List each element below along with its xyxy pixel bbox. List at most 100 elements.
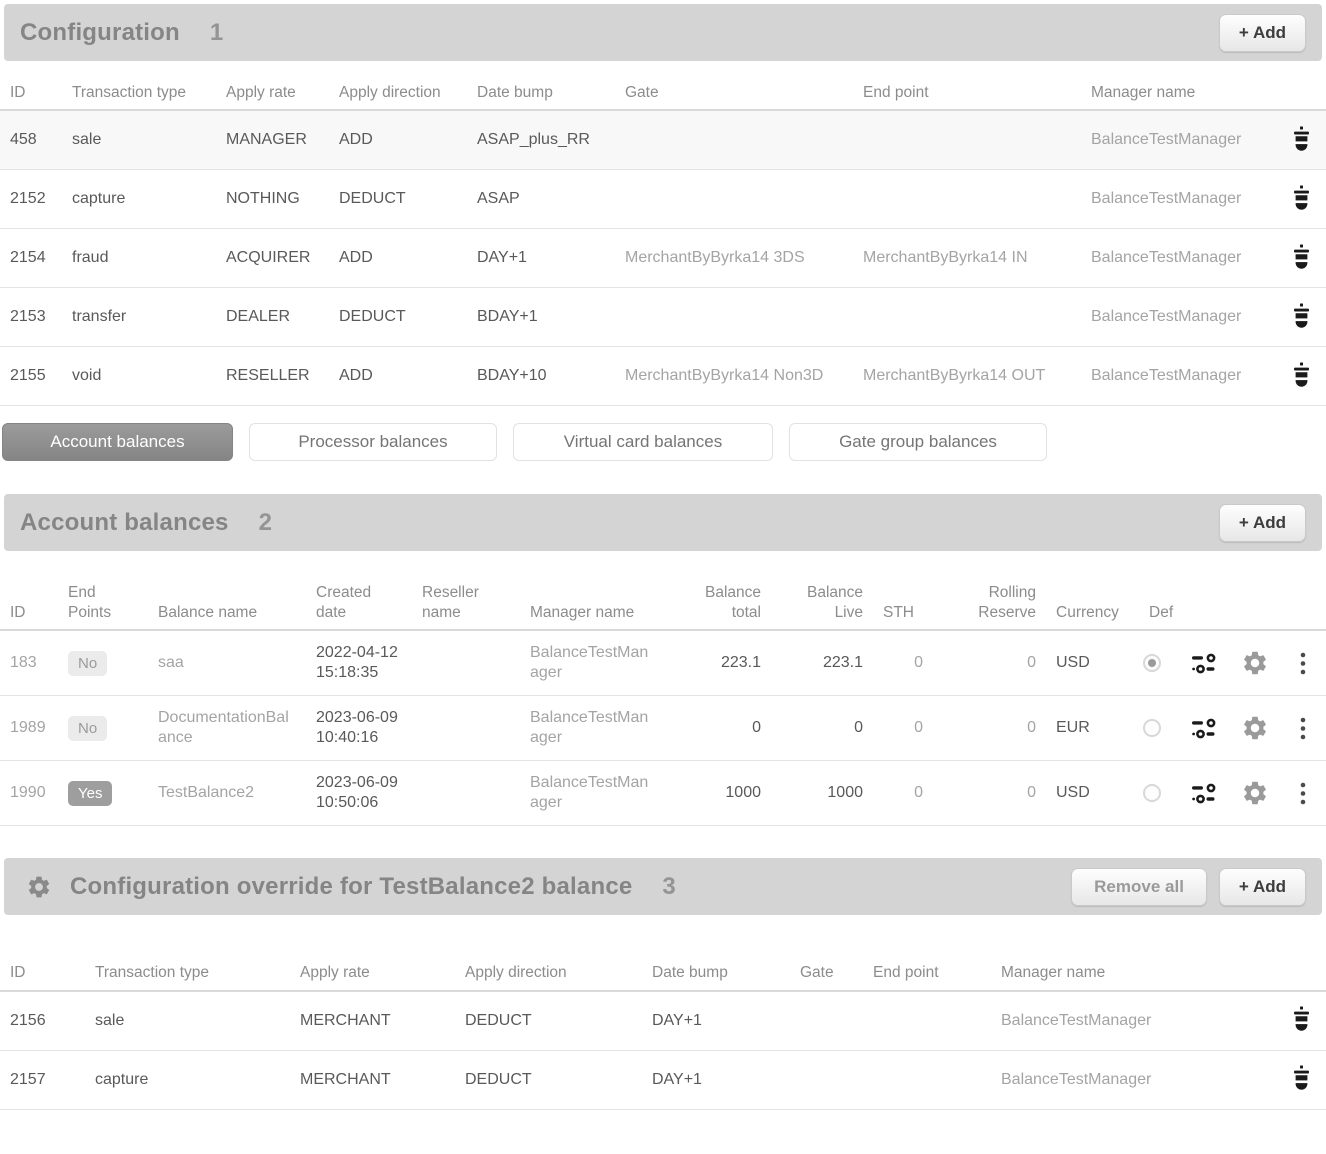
cell-manager-name: BalanceTestManager <box>991 1050 1277 1109</box>
sliders-icon <box>1192 783 1218 804</box>
add-balance-button[interactable]: + Add <box>1219 504 1306 542</box>
cell-end-point: MerchantByByrka14 IN <box>853 229 1081 288</box>
table-row: 2153 transfer DEALER DEDUCT BDAY+1 Balan… <box>0 288 1326 347</box>
balance-config-button[interactable] <box>1192 718 1218 739</box>
cell-apply-direction: ADD <box>329 110 467 170</box>
more-options-button[interactable] <box>1300 717 1306 740</box>
cell-transaction-type: sale <box>62 110 216 170</box>
cell-rolling-reserve: 0 <box>933 761 1046 826</box>
tab-virtual-card-balances[interactable]: Virtual card balances <box>513 423 773 461</box>
cell-sth: 0 <box>873 630 933 696</box>
table-row: 458 sale MANAGER ADD ASAP_plus_RR Balanc… <box>0 110 1326 170</box>
cell-balance-live: 1000 <box>771 761 873 826</box>
delete-row-button[interactable] <box>1290 1065 1313 1094</box>
cell-transaction-type: transfer <box>62 288 216 347</box>
col-header-apply-direction: Apply direction <box>329 75 467 110</box>
default-radio[interactable] <box>1143 654 1161 672</box>
tab-account-balances[interactable]: Account balances <box>2 423 233 461</box>
cell-apply-rate: DEALER <box>216 288 329 347</box>
cell-manager-name: BalanceTestManager <box>1081 229 1277 288</box>
configuration-override-section-header: Configuration override for TestBalance2 … <box>4 858 1322 915</box>
cell-id: 1990 <box>0 761 58 826</box>
trash-icon <box>1290 1065 1313 1094</box>
col-header-manager-name: Manager name <box>520 575 665 630</box>
delete-row-button[interactable] <box>1290 244 1313 273</box>
gear-icon <box>1241 649 1269 677</box>
cell-sth: 0 <box>873 761 933 826</box>
cell-id: 2152 <box>0 170 62 229</box>
col-header-manager-name: Manager name <box>991 943 1277 990</box>
section-count-badge: 2 <box>259 509 272 537</box>
balance-settings-button[interactable] <box>1241 779 1269 807</box>
section-title: Configuration <box>20 19 180 47</box>
cell-date-bump: DAY+1 <box>642 991 790 1051</box>
col-header-end-point: End point <box>863 943 991 990</box>
delete-row-button[interactable] <box>1290 362 1313 391</box>
table-row: 183 No saa 2022-04-12 15:18:35 BalanceTe… <box>0 630 1326 696</box>
cell-def <box>1133 696 1180 761</box>
col-header-id: ID <box>0 943 85 990</box>
table-row: 2154 fraud ACQUIRER ADD DAY+1 MerchantBy… <box>0 229 1326 288</box>
delete-row-button[interactable] <box>1290 1006 1313 1035</box>
endpoints-badge: No <box>68 651 107 676</box>
col-header-settings <box>1230 575 1280 630</box>
cell-id: 1989 <box>0 696 58 761</box>
col-header-balance-total: Balance total <box>665 575 771 630</box>
col-header-date-bump: Date bump <box>642 943 790 990</box>
trash-icon <box>1290 244 1313 273</box>
cell-rolling-reserve: 0 <box>933 696 1046 761</box>
delete-row-button[interactable] <box>1290 126 1313 155</box>
cell-def <box>1133 761 1180 826</box>
cell-apply-rate: ACQUIRER <box>216 229 329 288</box>
cell-end-point <box>853 110 1081 170</box>
cell-id: 2154 <box>0 229 62 288</box>
add-configuration-button[interactable]: + Add <box>1219 14 1306 52</box>
delete-row-button[interactable] <box>1290 303 1313 332</box>
cell-end-points: No <box>58 696 148 761</box>
table-header-row: ID Transaction type Apply rate Apply dir… <box>0 943 1326 990</box>
cell-created-date: 2023-06-09 10:40:16 <box>306 696 412 761</box>
cell-id: 2156 <box>0 991 85 1051</box>
balance-settings-button[interactable] <box>1241 714 1269 742</box>
balance-config-button[interactable] <box>1192 783 1218 804</box>
tab-gate-group-balances[interactable]: Gate group balances <box>789 423 1047 461</box>
balance-settings-button[interactable] <box>1241 649 1269 677</box>
cell-end-point <box>863 991 991 1051</box>
add-override-button[interactable]: + Add <box>1219 868 1306 906</box>
cell-apply-rate: MERCHANT <box>290 991 455 1051</box>
trash-icon <box>1290 303 1313 332</box>
col-header-created-date: Created date <box>306 575 412 630</box>
remove-all-button[interactable]: Remove all <box>1071 868 1207 906</box>
default-radio[interactable] <box>1143 784 1161 802</box>
cell-gate <box>790 991 863 1051</box>
delete-row-button[interactable] <box>1290 185 1313 214</box>
col-header-filters <box>1180 575 1230 630</box>
cell-currency: EUR <box>1046 696 1133 761</box>
col-header-transaction-type: Transaction type <box>85 943 290 990</box>
default-radio[interactable] <box>1143 719 1161 737</box>
more-options-button[interactable] <box>1300 652 1306 675</box>
table-row: 2156 sale MERCHANT DEDUCT DAY+1 BalanceT… <box>0 991 1326 1051</box>
more-options-button[interactable] <box>1300 782 1306 805</box>
cell-id: 2153 <box>0 288 62 347</box>
col-header-reseller-name: Reseller name <box>412 575 520 630</box>
cell-manager-name: BalanceTestManager <box>520 761 665 826</box>
configuration-section-header: Configuration 1 + Add <box>4 4 1322 61</box>
cell-date-bump: ASAP_plus_RR <box>467 110 615 170</box>
cell-apply-rate: RESELLER <box>216 347 329 406</box>
col-header-rolling-reserve: Rolling Reserve <box>933 575 1046 630</box>
balance-type-tabs: Account balances Processor balances Virt… <box>2 423 1324 461</box>
col-header-transaction-type: Transaction type <box>62 75 216 110</box>
col-header-gate: Gate <box>790 943 863 990</box>
table-row: 2152 capture NOTHING DEDUCT ASAP Balance… <box>0 170 1326 229</box>
cell-balance-name: DocumentationBalance <box>148 696 306 761</box>
cell-manager-name: BalanceTestManager <box>991 991 1277 1051</box>
table-header-row: ID End Points Balance name Created date … <box>0 575 1326 630</box>
kebab-menu-icon <box>1300 652 1306 675</box>
endpoints-badge: No <box>68 716 107 741</box>
tab-processor-balances[interactable]: Processor balances <box>249 423 497 461</box>
account-balances-section-header: Account balances 2 + Add <box>4 494 1322 551</box>
balance-config-button[interactable] <box>1192 653 1218 674</box>
cell-reseller-name <box>412 630 520 696</box>
cell-reseller-name <box>412 761 520 826</box>
